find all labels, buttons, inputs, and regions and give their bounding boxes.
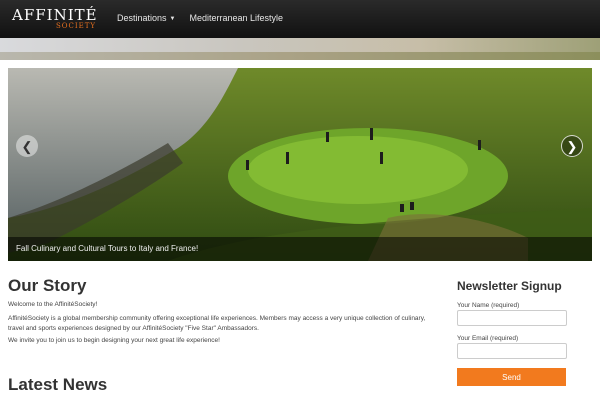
slider-prev-button[interactable]: ❮	[16, 135, 38, 157]
send-button[interactable]: Send	[457, 368, 566, 386]
top-navbar: AFFINITÉ SOCIETY Destinations ▼ Mediterra…	[0, 0, 600, 38]
chevron-left-icon: ❮	[21, 138, 33, 154]
story-paragraph: AffinitéSociety is a global membership c…	[8, 315, 426, 332]
golf-course-photo	[8, 68, 592, 261]
name-label: Your Name (required)	[457, 302, 520, 309]
nav-item-mediterranean-lifestyle[interactable]: Mediterranean Lifestyle	[189, 13, 283, 23]
newsletter-heading: Newsletter Signup	[457, 279, 562, 293]
name-field[interactable]	[457, 310, 567, 326]
site-logo[interactable]: AFFINITÉ SOCIETY	[12, 6, 102, 32]
logo-subtitle: SOCIETY	[55, 22, 96, 30]
email-field[interactable]	[457, 343, 567, 359]
story-paragraph: We invite you to join us to begin design…	[8, 337, 220, 344]
story-heading: Our Story	[8, 276, 87, 295]
header-banner-strip	[0, 38, 600, 60]
main-nav: Destinations ▼ Mediterranean Lifestyle	[117, 13, 283, 23]
story-paragraph: Welcome to the AffinitéSociety!	[8, 301, 98, 308]
chevron-right-icon: ❯	[566, 138, 578, 154]
nav-item-label: Destinations	[117, 13, 167, 23]
news-heading: Latest News	[8, 375, 108, 394]
nav-item-destinations[interactable]: Destinations ▼	[117, 13, 175, 23]
email-label: Your Email (required)	[457, 335, 519, 342]
caret-down-icon: ▼	[169, 15, 176, 22]
nav-item-label: Mediterranean Lifestyle	[189, 13, 284, 23]
slide-caption: Fall Culinary and Cultural Tours to Ital…	[8, 237, 592, 261]
hero-slider: ❮ ❯ Fall Culinary and Cultural Tours to …	[8, 68, 592, 261]
slider-next-button[interactable]: ❯	[561, 135, 583, 157]
